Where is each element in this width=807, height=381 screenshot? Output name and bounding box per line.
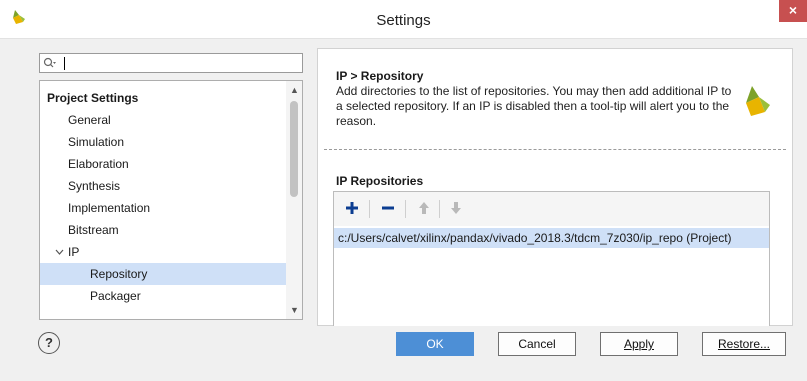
arrow-down-icon bbox=[451, 202, 461, 214]
help-button[interactable]: ? bbox=[38, 332, 60, 354]
ip-repositories-list: c:/Users/calvet/xilinx/pandax/vivado_201… bbox=[333, 191, 770, 326]
settings-navigation: Project Settings General Simulation Elab… bbox=[37, 53, 308, 326]
section-divider bbox=[324, 149, 786, 150]
tree-item-project-settings[interactable]: Project Settings bbox=[40, 87, 286, 109]
tree-item-label: Packager bbox=[90, 289, 141, 303]
move-up-button[interactable] bbox=[412, 196, 436, 220]
repositories-toolbar bbox=[334, 192, 769, 226]
tree-item-label: Implementation bbox=[68, 201, 151, 215]
scroll-up-icon[interactable]: ▲ bbox=[290, 85, 299, 95]
tree-item-label: Repository bbox=[90, 267, 148, 281]
restore-label: Restore... bbox=[717, 337, 771, 351]
cancel-button[interactable]: Cancel bbox=[498, 332, 576, 356]
add-repository-button[interactable] bbox=[340, 196, 364, 220]
search-input[interactable] bbox=[68, 55, 298, 71]
tree-item-elaboration[interactable]: Elaboration bbox=[40, 153, 286, 175]
settings-tree: Project Settings General Simulation Elab… bbox=[39, 80, 303, 320]
close-icon: × bbox=[788, 2, 798, 18]
minus-icon bbox=[382, 206, 394, 210]
tree-scrollbar[interactable]: ▲ ▼ bbox=[286, 81, 302, 319]
window-title: Settings bbox=[376, 12, 431, 29]
tree-item-label: Synthesis bbox=[68, 179, 121, 193]
ok-button[interactable]: OK bbox=[396, 332, 474, 356]
remove-repository-button[interactable] bbox=[376, 196, 400, 220]
tree-item-implementation[interactable]: Implementation bbox=[40, 197, 286, 219]
tree-item-label: General bbox=[68, 113, 111, 127]
plus-icon bbox=[346, 202, 358, 214]
apply-label: Apply bbox=[623, 337, 655, 351]
tree-item-ip[interactable]: IP bbox=[40, 241, 286, 263]
tree-item-label: Simulation bbox=[68, 135, 125, 149]
tree-item-simulation[interactable]: Simulation bbox=[40, 131, 286, 153]
chevron-down-icon[interactable] bbox=[55, 248, 64, 256]
toolbar-separator bbox=[439, 200, 440, 218]
vivado-logo-icon bbox=[746, 86, 770, 116]
repository-row[interactable]: c:/Users/calvet/xilinx/pandax/vivado_201… bbox=[334, 228, 769, 248]
settings-detail-panel: IP > Repository Add directories to the l… bbox=[317, 48, 793, 326]
text-cursor bbox=[64, 57, 65, 70]
tree-item-packager[interactable]: Packager bbox=[40, 285, 286, 307]
toolbar-separator bbox=[405, 200, 406, 218]
page-description: Add directories to the list of repositor… bbox=[336, 84, 732, 128]
repository-path: c:/Users/calvet/xilinx/pandax/vivado_201… bbox=[338, 231, 732, 245]
tree-item-repository[interactable]: Repository bbox=[40, 263, 286, 285]
tree-item-general[interactable]: General bbox=[40, 109, 286, 131]
search-box[interactable] bbox=[39, 53, 303, 73]
tree-item-label: Elaboration bbox=[68, 157, 129, 171]
tree-item-bitstream[interactable]: Bitstream bbox=[40, 219, 286, 241]
title-bar: Settings × bbox=[0, 0, 807, 39]
apply-button[interactable]: Apply bbox=[600, 332, 678, 356]
arrow-up-icon bbox=[419, 202, 429, 214]
tree-item-synthesis[interactable]: Synthesis bbox=[40, 175, 286, 197]
tree-item-label: Project Settings bbox=[47, 91, 139, 105]
scroll-thumb[interactable] bbox=[290, 101, 298, 197]
toolbar-separator bbox=[369, 200, 370, 218]
page-title: IP > Repository bbox=[336, 69, 424, 83]
scroll-down-icon[interactable]: ▼ bbox=[290, 305, 299, 315]
search-icon bbox=[43, 57, 56, 68]
section-title: IP Repositories bbox=[336, 174, 424, 188]
help-icon: ? bbox=[45, 335, 53, 350]
tree-item-label: Bitstream bbox=[68, 223, 119, 237]
restore-button[interactable]: Restore... bbox=[702, 332, 786, 356]
move-down-button[interactable] bbox=[444, 196, 468, 220]
close-button[interactable]: × bbox=[779, 0, 807, 22]
